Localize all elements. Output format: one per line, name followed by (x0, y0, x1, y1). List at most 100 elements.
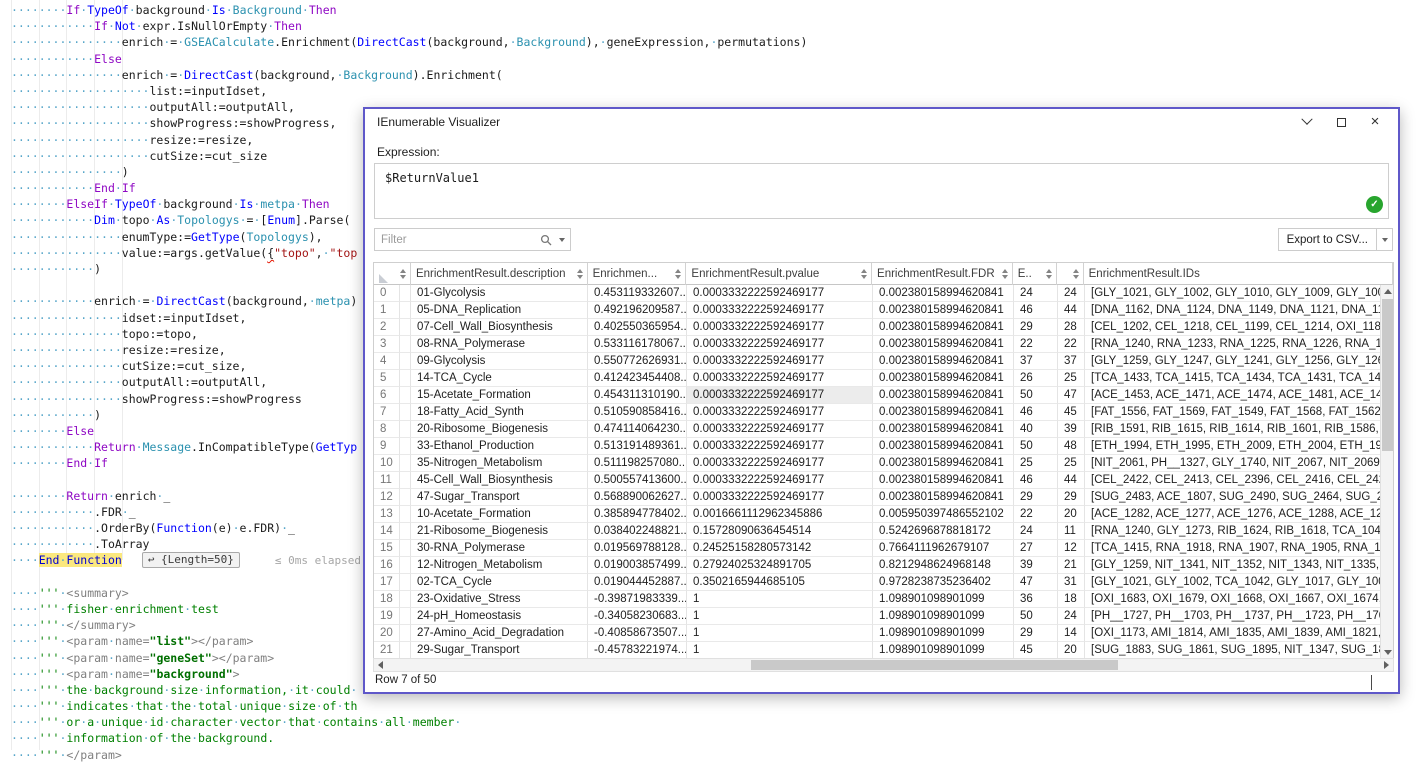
cell[interactable]: [GLY_1021, GLY_1002, GLY_1010, GLY_1009,… (1085, 285, 1382, 302)
cell[interactable]: [SUG_2483, ACE_1807, SUG_2490, SUG_2464,… (1085, 489, 1382, 506)
cell[interactable]: 0.019044452887... (588, 574, 687, 591)
cell[interactable]: 09-Glycolysis (411, 353, 588, 370)
export-dropdown-button[interactable] (1377, 228, 1393, 251)
cell[interactable]: 37 (1058, 353, 1085, 370)
column-header[interactable]: EnrichmentResult.pvalue (686, 263, 872, 285)
cell[interactable]: 29 (1014, 319, 1058, 336)
cell[interactable]: 0.002380158994620841 (873, 472, 1014, 489)
column-header[interactable] (1057, 263, 1084, 285)
cell[interactable]: [GLY_1021, GLY_1002, TCA_1042, GLY_1017,… (1085, 574, 1382, 591)
cell[interactable]: 0.005950397486552102 (873, 506, 1014, 523)
scroll-right-icon[interactable] (1380, 659, 1393, 671)
column-header[interactable]: EnrichmentResult.description (411, 263, 588, 285)
cell[interactable]: 1.098901098901099 (873, 642, 1014, 659)
cell[interactable]: 30-RNA_Polymerase (411, 540, 588, 557)
scroll-left-icon[interactable] (374, 659, 387, 671)
table-row[interactable]: 409-Glycolysis0.550772626931...0.0003332… (374, 353, 1393, 370)
column-header[interactable]: E.. (1013, 263, 1057, 285)
row-index-cell[interactable]: 15 (374, 540, 400, 557)
cell[interactable]: 18 (1058, 591, 1085, 608)
cell[interactable]: 0.0003332222592469177 (687, 472, 873, 489)
cell[interactable]: [ACE_1453, ACE_1471, ACE_1474, ACE_1481,… (1085, 387, 1382, 404)
cell[interactable]: 0.550772626931... (588, 353, 687, 370)
cell[interactable]: 45 (1058, 404, 1085, 421)
cell[interactable]: 29 (1014, 489, 1058, 506)
row-index-cell[interactable]: 16 (374, 557, 400, 574)
cell[interactable]: 0.0003332222592469177 (687, 336, 873, 353)
cell[interactable]: [CEL_2422, CEL_2413, CEL_2396, CEL_2416,… (1085, 472, 1382, 489)
cell[interactable]: 0.402550365954... (588, 319, 687, 336)
cell[interactable]: 0.002380158994620841 (873, 404, 1014, 421)
cell[interactable]: [SUG_1883, SUG_1861, SUG_1895, NIT_1347,… (1085, 642, 1382, 659)
cell[interactable]: 14 (1058, 625, 1085, 642)
table-row[interactable]: 1145-Cell_Wall_Biosynthesis0.50055741360… (374, 472, 1393, 489)
cell[interactable]: 40 (1014, 421, 1058, 438)
cell[interactable]: 11 (1058, 523, 1085, 540)
cell[interactable]: 24 (1058, 608, 1085, 625)
row-index-cell[interactable]: 9 (374, 438, 400, 455)
cell[interactable]: 0.019003857499... (588, 557, 687, 574)
cell[interactable]: 47 (1058, 387, 1085, 404)
cell[interactable] (400, 370, 411, 387)
scroll-up-icon[interactable] (1381, 285, 1394, 298)
row-index-cell[interactable]: 13 (374, 506, 400, 523)
cell[interactable]: [GLY_1259, GLY_1247, GLY_1241, GLY_1256,… (1085, 353, 1382, 370)
cell[interactable]: 0.500557413600... (588, 472, 687, 489)
cell[interactable]: 24 (1058, 285, 1085, 302)
cell[interactable] (400, 625, 411, 642)
cell[interactable]: 1 (687, 625, 873, 642)
code-line[interactable]: ····················list:=inputIdset, (11, 83, 807, 99)
cell[interactable]: 15-Acetate_Formation (411, 387, 588, 404)
cell[interactable]: 0.0003332222592469177 (687, 455, 873, 472)
cell[interactable]: [NIT_2061, PH__1327, GLY_1740, NIT_2067,… (1085, 455, 1382, 472)
cell[interactable] (400, 642, 411, 659)
cell[interactable]: 0.412423454408... (588, 370, 687, 387)
cell[interactable]: 25 (1058, 455, 1085, 472)
cell[interactable]: [OXI_1173, AMI_1814, AMI_1835, AMI_1839,… (1085, 625, 1382, 642)
code-line[interactable]: ····'''·indicates·that·the·total·unique·… (11, 698, 807, 714)
cell[interactable]: [TCA_1433, TCA_1415, TCA_1434, TCA_1431,… (1085, 370, 1382, 387)
cell[interactable] (400, 319, 411, 336)
vertical-scroll-thumb[interactable] (1382, 299, 1393, 451)
table-row[interactable]: 2027-Amino_Acid_Degradation-0.4085867350… (374, 625, 1393, 642)
table-row[interactable]: 1530-RNA_Polymerase0.019569788128...0.24… (374, 540, 1393, 557)
cell[interactable]: 0.15728090636454514 (687, 523, 873, 540)
cell[interactable] (400, 438, 411, 455)
table-row[interactable]: 933-Ethanol_Production0.513191489361...0… (374, 438, 1393, 455)
cell[interactable] (400, 336, 411, 353)
table-row[interactable]: 718-Fatty_Acid_Synth0.510590858416...0.0… (374, 404, 1393, 421)
cell[interactable]: 02-TCA_Cycle (411, 574, 588, 591)
cell[interactable]: 0.0003332222592469177 (687, 285, 873, 302)
row-index-cell[interactable]: 1 (374, 302, 400, 319)
row-index-cell[interactable]: 3 (374, 336, 400, 353)
cell[interactable]: 0.0003332222592469177 (687, 489, 873, 506)
row-index-cell[interactable]: 5 (374, 370, 400, 387)
cell[interactable]: 0.002380158994620841 (873, 285, 1014, 302)
expression-input[interactable]: $ReturnValue1 ✓ (374, 163, 1389, 219)
cell[interactable]: 0.3502165944685105 (687, 574, 873, 591)
column-header[interactable]: Enrichmen... (588, 263, 687, 285)
maximize-icon[interactable] (1334, 115, 1348, 129)
cell[interactable]: 47-Sugar_Transport (411, 489, 588, 506)
cell[interactable]: 12-Nitrogen_Metabolism (411, 557, 588, 574)
column-header[interactable]: EnrichmentResult.IDs (1084, 263, 1393, 285)
cell[interactable]: [CEL_1202, CEL_1218, CEL_1199, CEL_1214,… (1085, 319, 1382, 336)
cell[interactable]: 0.0003332222592469177 (687, 302, 873, 319)
cell[interactable]: 0.002380158994620841 (873, 319, 1014, 336)
cell[interactable]: 24 (1014, 523, 1058, 540)
cell[interactable]: 0.511198257080... (588, 455, 687, 472)
cell[interactable]: 0.002380158994620841 (873, 421, 1014, 438)
cell[interactable]: 0.002380158994620841 (873, 302, 1014, 319)
cell[interactable]: 24-pH_Homeostasis (411, 608, 588, 625)
cell[interactable] (400, 472, 411, 489)
cell[interactable]: 23-Oxidative_Stress (411, 591, 588, 608)
cell[interactable]: [OXI_1683, OXI_1679, OXI_1668, OXI_1667,… (1085, 591, 1382, 608)
cell[interactable]: 05-DNA_Replication (411, 302, 588, 319)
table-row[interactable]: 615-Acetate_Formation0.454311310190...0.… (374, 387, 1393, 404)
cell[interactable]: 0.533116178067... (588, 336, 687, 353)
horizontal-scrollbar[interactable] (373, 658, 1394, 672)
row-index-cell[interactable]: 14 (374, 523, 400, 540)
cell[interactable]: 44 (1058, 302, 1085, 319)
row-index-cell[interactable]: 8 (374, 421, 400, 438)
cell[interactable]: 50 (1014, 608, 1058, 625)
